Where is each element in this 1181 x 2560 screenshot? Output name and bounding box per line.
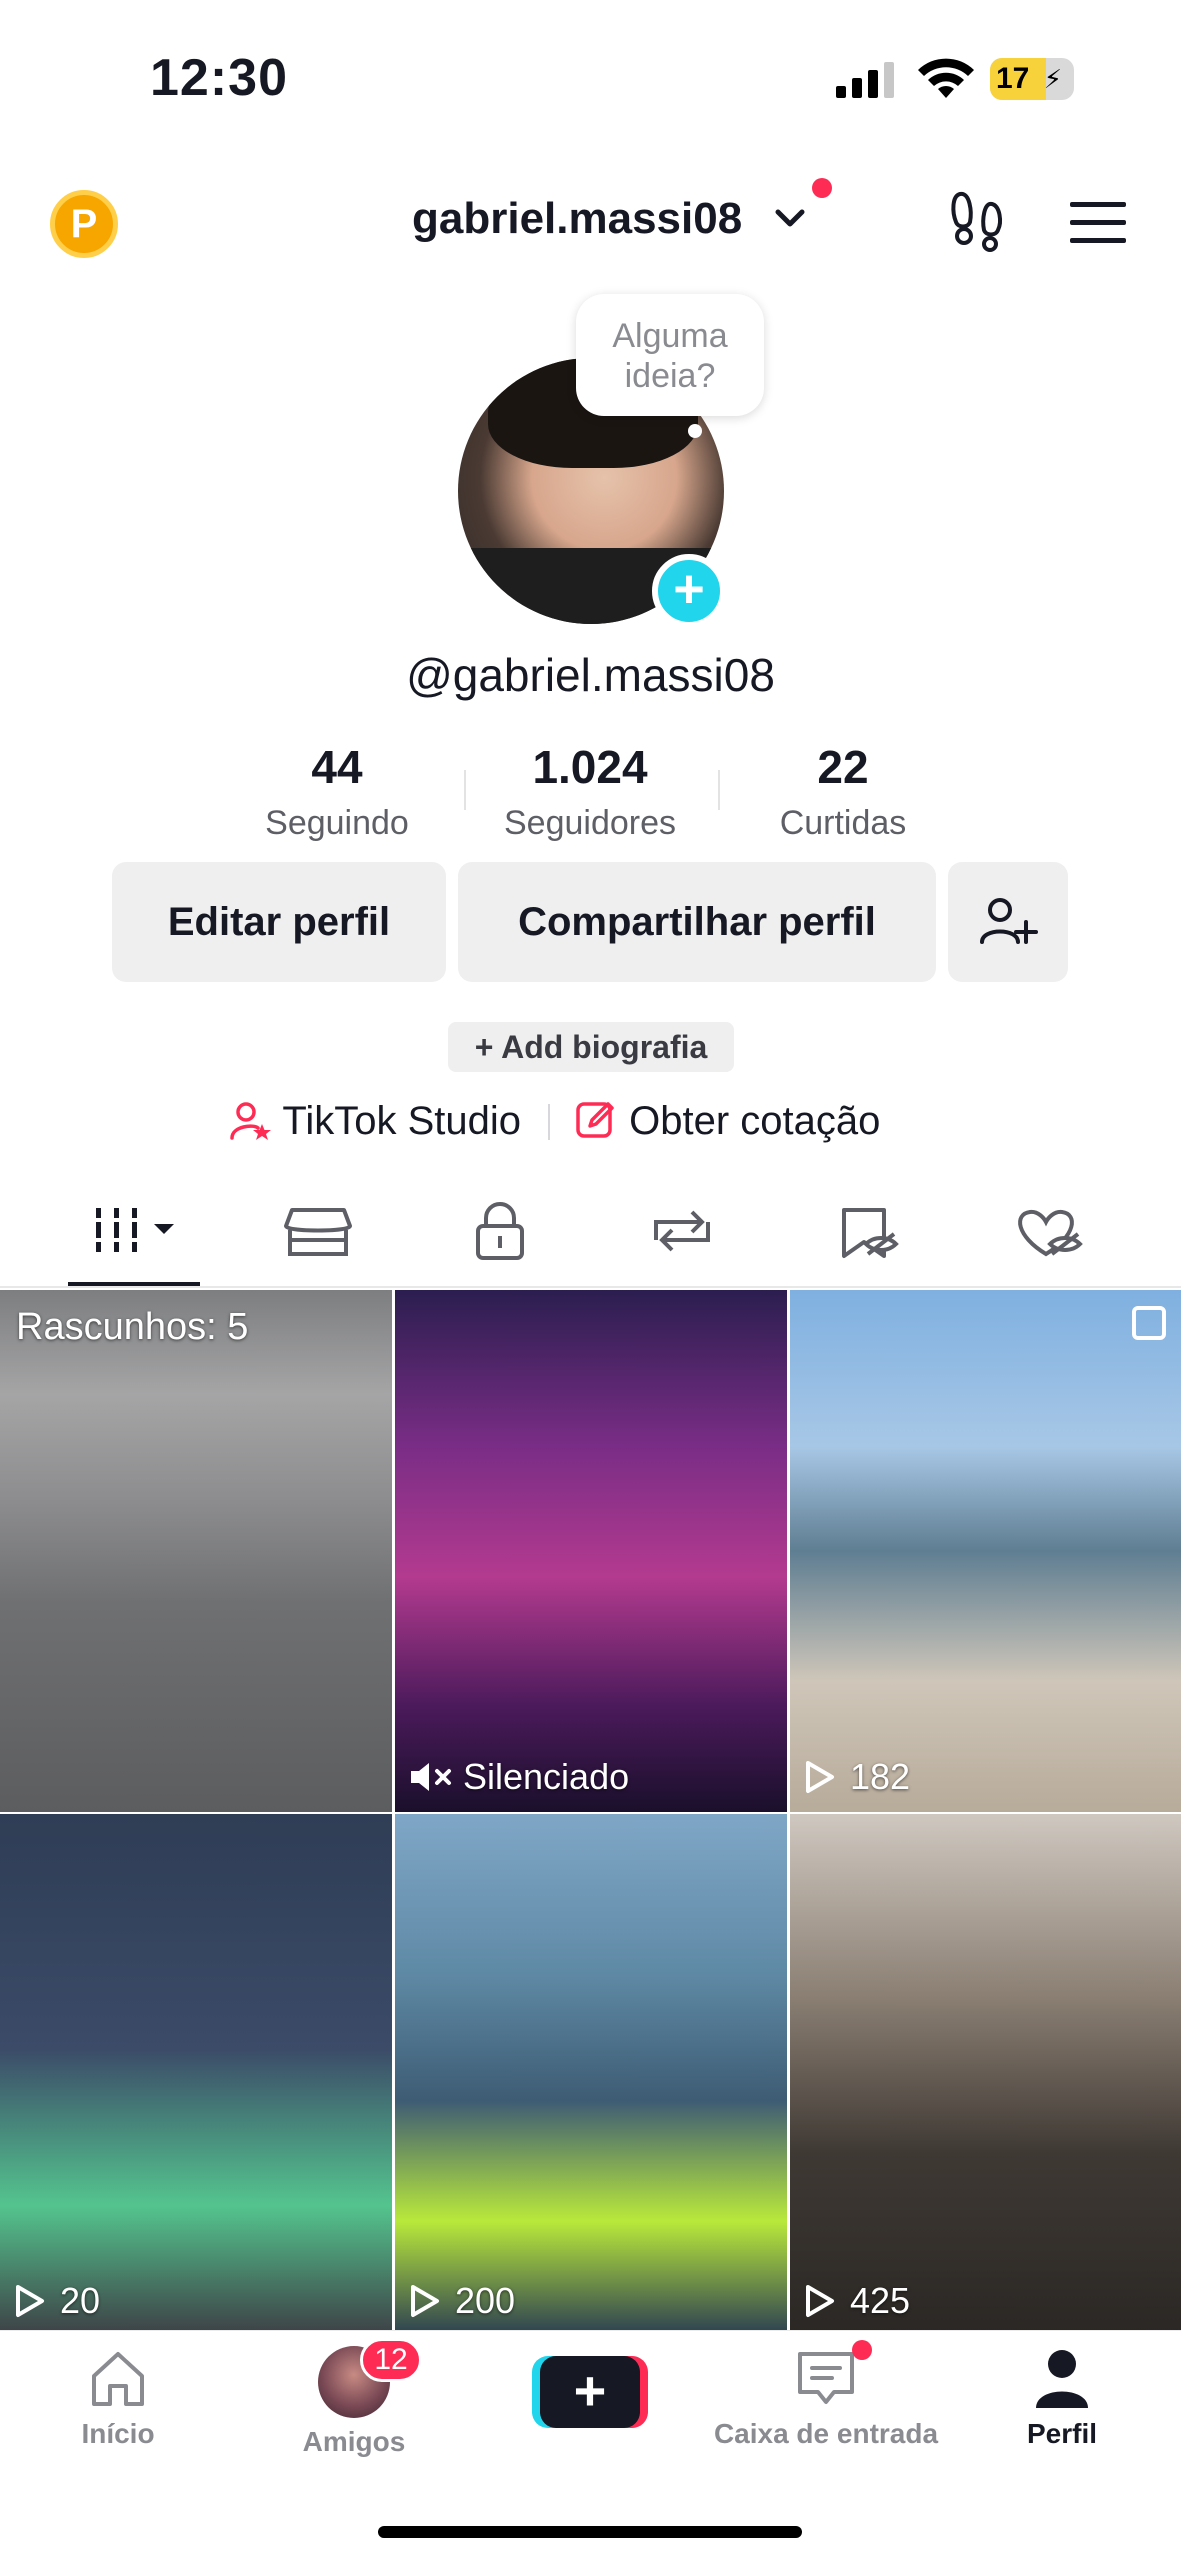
edit-square-icon	[576, 1102, 614, 1138]
stat-followers-label: Seguidores	[503, 804, 676, 842]
create-button[interactable]: +	[532, 2356, 648, 2428]
play-icon	[16, 2285, 44, 2317]
friends-badge: 12	[360, 2338, 422, 2382]
video-tile[interactable]: 200	[395, 1814, 787, 2336]
favorites-tab[interactable]	[794, 1196, 934, 1266]
shop-tab[interactable]	[248, 1196, 388, 1266]
profile-handle: @gabriel.massi08	[406, 649, 775, 701]
coin-icon[interactable]: P	[50, 190, 118, 258]
footprints-icon[interactable]	[950, 190, 1006, 252]
tabs-divider	[0, 1286, 1181, 1288]
battery-percent: 17	[996, 62, 1030, 95]
bookmark-hidden-icon	[842, 1208, 899, 1258]
studio-user-star-icon	[230, 1102, 271, 1140]
play-icon	[411, 2285, 439, 2317]
thought-bubble-tail	[688, 424, 702, 438]
stat-following-value: 44	[311, 741, 363, 793]
muted-text: Silenciado	[463, 1756, 630, 1797]
stat-following-label: Seguindo	[265, 804, 409, 842]
home-indicator[interactable]	[378, 2526, 802, 2538]
chevron-down-icon[interactable]	[770, 198, 810, 238]
battery-indicator: 17 ⚡	[990, 58, 1074, 100]
link-separator	[548, 1104, 550, 1140]
play-icon	[806, 1761, 834, 1793]
plus-icon: +	[540, 2356, 640, 2428]
nav-inbox[interactable]: Caixa de entrada	[708, 2346, 944, 2450]
view-count: 20	[60, 2280, 101, 2321]
stat-likes[interactable]: 22 Curtidas	[718, 740, 968, 843]
stat-followers-value: 1.024	[532, 741, 648, 793]
muted-speaker-icon	[411, 1763, 451, 1791]
video-views: 20	[14, 2280, 100, 2322]
shop-icon	[284, 1208, 352, 1256]
play-icon	[806, 2285, 834, 2317]
edit-profile-button[interactable]: Editar perfil	[112, 862, 446, 982]
stat-likes-value: 22	[817, 741, 869, 793]
drafts-label: Rascunhos: 5	[16, 1306, 249, 1348]
get-quote-label: Obter cotação	[629, 1099, 881, 1143]
muted-label: Silenciado	[409, 1756, 629, 1798]
nav-home-label: Início	[81, 2418, 155, 2449]
video-tile[interactable]: 182	[790, 1290, 1181, 1812]
video-tile[interactable]: 425	[790, 1814, 1181, 2336]
view-count: 200	[455, 2280, 516, 2321]
add-bio-button[interactable]: + Add biografia	[448, 1022, 734, 1072]
liked-tab[interactable]	[976, 1196, 1116, 1266]
add-friend-button[interactable]	[948, 862, 1068, 982]
view-count: 425	[850, 2280, 911, 2321]
thought-bubble-line1: Alguma	[612, 317, 728, 355]
get-quote-link[interactable]: Obter cotação	[574, 1098, 880, 1144]
menu-icon[interactable]	[1070, 200, 1126, 246]
nav-friends[interactable]: Amigos	[236, 2346, 472, 2458]
status-time: 12:30	[150, 49, 288, 107]
add-user-icon	[980, 898, 1038, 944]
inbox-icon	[798, 2352, 854, 2404]
charging-bolt-icon: ⚡	[1043, 64, 1062, 94]
stat-likes-label: Curtidas	[779, 804, 907, 842]
drafts-tile[interactable]: Rascunhos: 5	[0, 1290, 392, 1812]
multi-photo-icon	[1132, 1306, 1166, 1340]
thought-bubble-line2: ideia?	[624, 357, 716, 395]
thought-bubble[interactable]: Alguma ideia?	[576, 294, 764, 416]
tiktok-studio-label: TikTok Studio	[282, 1099, 522, 1143]
inbox-notification-dot	[852, 2340, 872, 2360]
video-views: 200	[409, 2280, 515, 2322]
reposts-tab[interactable]	[612, 1196, 752, 1266]
profile-icon	[1036, 2350, 1088, 2408]
stat-followers[interactable]: 1.024 Seguidores	[465, 740, 715, 843]
cellular-signal-icon	[836, 62, 894, 98]
video-tile[interactable]: 20	[0, 1814, 392, 2336]
heart-hidden-icon	[1018, 1209, 1083, 1257]
video-views: 425	[804, 2280, 910, 2322]
videos-grid-tab[interactable]	[66, 1196, 206, 1266]
repost-icon	[654, 1210, 710, 1252]
nav-inbox-label: Caixa de entrada	[713, 2418, 939, 2449]
video-views: 182	[804, 1756, 910, 1798]
home-icon	[92, 2352, 144, 2406]
tiktok-studio-link[interactable]: TikTok Studio	[228, 1098, 521, 1144]
nav-home[interactable]: Início	[0, 2346, 236, 2450]
grid-bars-icon	[92, 1208, 174, 1252]
notification-dot	[812, 178, 832, 198]
nav-friends-label: Amigos	[302, 2426, 406, 2457]
private-tab[interactable]	[430, 1196, 570, 1266]
lock-icon	[476, 1202, 524, 1260]
view-count: 182	[850, 1756, 911, 1797]
video-tile[interactable]: Silenciado	[395, 1290, 787, 1812]
active-tab-indicator	[68, 1282, 200, 1286]
nav-profile-label: Perfil	[1026, 2418, 1098, 2449]
wifi-icon	[918, 58, 974, 98]
add-story-button[interactable]: +	[652, 554, 726, 628]
nav-profile[interactable]: Perfil	[944, 2346, 1180, 2450]
username-switcher[interactable]: gabriel.massi08	[412, 194, 742, 244]
share-profile-button[interactable]: Compartilhar perfil	[458, 862, 936, 982]
stat-following[interactable]: 44 Seguindo	[212, 740, 462, 843]
